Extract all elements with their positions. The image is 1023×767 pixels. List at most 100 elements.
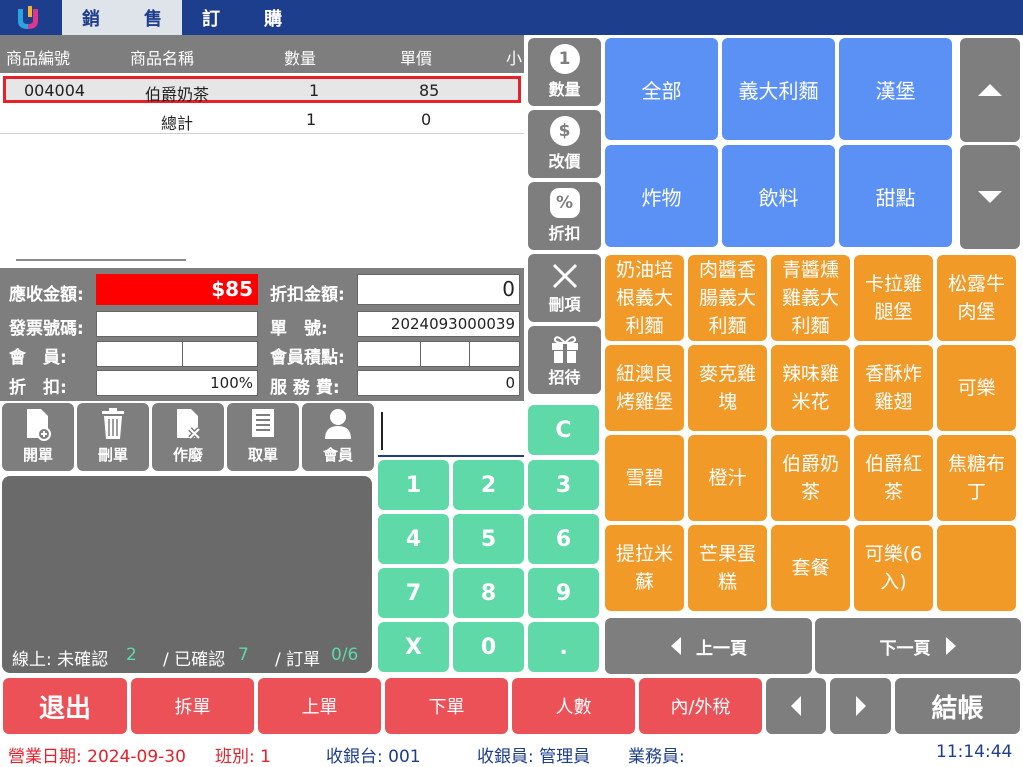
discount-field[interactable]: 100% <box>96 370 258 396</box>
product-button[interactable]: 可樂(6 入) <box>854 525 933 611</box>
product-button[interactable]: 提拉米蘇 <box>605 525 684 611</box>
triangle-right-icon <box>945 637 956 655</box>
discount-amount-field[interactable]: 0 <box>357 274 520 305</box>
product-button[interactable]: 卡拉雞 腿堡 <box>854 255 933 341</box>
product-button[interactable]: 紐澳良 烤雞堡 <box>605 345 684 431</box>
product-button[interactable]: 青醬燻 雞義大 利麵 <box>771 255 850 341</box>
product-button[interactable]: 松露牛 肉堡 <box>937 255 1016 341</box>
product-button[interactable]: 伯爵紅茶 <box>854 435 933 521</box>
total-qty: 1 <box>306 110 317 129</box>
product-button[interactable]: 辣味雞 米花 <box>771 345 850 431</box>
void-label: 作廢 <box>172 446 203 464</box>
confirmed-count[interactable]: 7 <box>238 645 249 665</box>
salesperson: 業務員: <box>628 747 685 767</box>
invoice-field[interactable] <box>96 311 258 337</box>
guest-count-button[interactable]: 人數 <box>512 678 635 734</box>
prev-order-button[interactable]: 上單 <box>258 678 381 734</box>
void-button[interactable]: 作廢 <box>152 403 224 471</box>
online-unconfirmed-count[interactable]: 2 <box>126 645 137 665</box>
keypad-input[interactable] <box>378 405 524 457</box>
cashier: 收銀員: 管理員 <box>477 747 591 767</box>
change-price-label: 改價 <box>548 152 581 171</box>
product-button[interactable]: 橙汁 <box>688 435 767 521</box>
product-button[interactable]: 雪碧 <box>605 435 684 521</box>
category-burger[interactable]: 漢堡 <box>839 38 952 140</box>
open-order-label: 開單 <box>22 446 53 464</box>
product-label: 青醬燻 雞義大 利麵 <box>781 259 839 337</box>
key-0[interactable]: 0 <box>453 622 524 672</box>
category-all[interactable]: 全部 <box>605 38 718 140</box>
tab-order[interactable]: 訂購 <box>182 0 302 35</box>
retrieve-order-button[interactable]: 取單 <box>227 403 299 471</box>
gift-icon <box>551 336 578 363</box>
product-button[interactable]: 套餐 <box>771 525 850 611</box>
receipt-icon <box>252 409 274 437</box>
product-button[interactable]: 可樂 <box>937 345 1016 431</box>
confirmed-label: / 已確認 <box>163 650 226 670</box>
key-8[interactable]: 8 <box>453 568 524 618</box>
complimentary-button[interactable]: 招待 <box>528 326 601 394</box>
table-row-selected[interactable]: 004004 伯爵奶茶 1 85 <box>3 76 521 104</box>
exit-button[interactable]: 退出 <box>3 678 127 734</box>
scroll-right-button[interactable] <box>830 678 891 734</box>
key-4[interactable]: 4 <box>378 514 449 564</box>
key-3[interactable]: 3 <box>528 460 599 510</box>
quantity-label: 數量 <box>548 80 581 99</box>
quantity-button[interactable]: 1 數量 <box>528 38 601 106</box>
points-divider-2 <box>469 341 470 367</box>
member-button[interactable]: 會員 <box>302 403 374 471</box>
prev-page-button[interactable]: 上一頁 <box>605 618 812 674</box>
product-button[interactable]: 香酥炸 雞翅 <box>854 345 933 431</box>
discount-button[interactable]: % 折扣 <box>528 182 601 250</box>
user-icon <box>325 409 351 439</box>
table-scrollbar[interactable] <box>16 259 186 261</box>
category-fried[interactable]: 炸物 <box>605 145 718 247</box>
delete-order-button[interactable]: 刪單 <box>77 403 149 471</box>
tax-mode-button[interactable]: 內/外稅 <box>639 678 762 734</box>
key-7[interactable]: 7 <box>378 568 449 618</box>
checkout-button[interactable]: 結帳 <box>895 678 1020 734</box>
member-points-field <box>357 341 520 367</box>
scroll-left-button[interactable] <box>766 678 826 734</box>
triangle-up-icon <box>978 84 1002 96</box>
open-order-button[interactable]: 開單 <box>2 403 74 471</box>
key-5[interactable]: 5 <box>453 514 524 564</box>
delete-item-button[interactable]: 刪項 <box>528 254 601 322</box>
category-down-button[interactable] <box>960 145 1020 249</box>
col-name-header: 商品名稱 <box>130 49 195 68</box>
category-pasta[interactable]: 義大利麵 <box>722 38 835 140</box>
key-6[interactable]: 6 <box>528 514 599 564</box>
category-drinks[interactable]: 飲料 <box>722 145 835 247</box>
product-button[interactable] <box>937 525 1016 611</box>
product-button[interactable]: 伯爵奶茶 <box>771 435 850 521</box>
percent-badge-icon: % <box>549 188 580 218</box>
tab-order-char1: 訂 <box>202 8 220 30</box>
key-clear[interactable]: C <box>528 405 599 455</box>
order-count[interactable]: 0/6 <box>331 645 358 665</box>
product-label: 可樂 <box>957 377 996 399</box>
next-page-button[interactable]: 下一頁 <box>815 618 1021 674</box>
key-1[interactable]: 1 <box>378 460 449 510</box>
triangle-down-icon <box>978 191 1002 203</box>
member-field[interactable] <box>96 341 258 367</box>
category-up-button[interactable] <box>960 38 1020 142</box>
product-button[interactable]: 肉醬香 腸義大 利麵 <box>688 255 767 341</box>
online-status-panel <box>2 476 372 673</box>
key-2[interactable]: 2 <box>453 460 524 510</box>
split-order-button[interactable]: 拆單 <box>131 678 254 734</box>
table-header: 商品編號 商品名稱 數量 單價 小 <box>0 35 524 73</box>
next-order-button[interactable]: 下單 <box>385 678 508 734</box>
tab-sales[interactable]: 銷售 <box>62 0 182 35</box>
tab-order-char2: 購 <box>264 8 282 30</box>
key-dot[interactable]: . <box>528 622 599 672</box>
product-button[interactable]: 麥克雞塊 <box>688 345 767 431</box>
void-doc-icon <box>177 409 201 440</box>
change-price-button[interactable]: $ 改價 <box>528 110 601 178</box>
key-9[interactable]: 9 <box>528 568 599 618</box>
key-multiply[interactable]: X <box>378 622 449 672</box>
category-dessert[interactable]: 甜點 <box>839 145 952 247</box>
product-button[interactable]: 芒果蛋糕 <box>688 525 767 611</box>
product-button[interactable]: 奶油培 根義大 利麵 <box>605 255 684 341</box>
service-fee-field[interactable]: 0 <box>357 370 520 396</box>
product-button[interactable]: 焦糖布丁 <box>937 435 1016 521</box>
